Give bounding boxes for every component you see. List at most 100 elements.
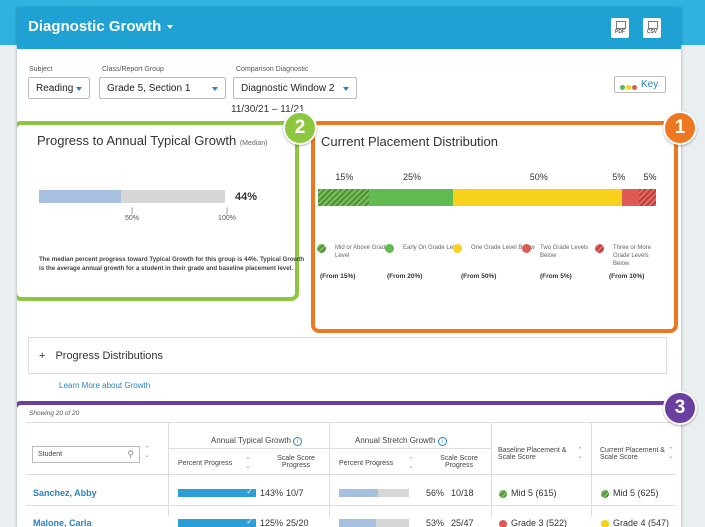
divider <box>491 422 492 517</box>
tick-50: | 50% <box>124 208 139 222</box>
str-pct-value: 56% <box>426 488 445 498</box>
one-below-icon <box>601 520 609 527</box>
group-value: Grade 5, Section 1 <box>107 83 191 94</box>
distribution-segment <box>622 189 640 206</box>
check-icon: ✓ <box>246 517 253 526</box>
distribution-segment <box>368 189 454 206</box>
two-below-icon <box>522 244 531 253</box>
key-dots-icon <box>620 82 638 93</box>
app-header: Diagnostic Growth PDF CSV <box>17 7 681 49</box>
sort-typ-pct-icon[interactable]: ⌃ ⌄ <box>245 457 251 470</box>
from-one-below: (From 50%) <box>461 273 497 280</box>
progress-highlight-box <box>17 121 299 301</box>
chevron-down-icon <box>76 87 82 91</box>
distribution-segment-label: 5% <box>643 172 657 182</box>
early-on-icon <box>385 244 394 253</box>
typ-ss-value: 25/20 <box>286 518 309 527</box>
tick-100: | 100% <box>218 208 236 222</box>
comparison-select[interactable]: Diagnostic Window 2 <box>233 77 357 99</box>
distribution-segment <box>318 189 369 206</box>
from-early-on: (From 20%) <box>387 273 423 280</box>
subject-select[interactable]: Reading <box>28 77 90 99</box>
comparison-label: Comparison Diagnostic <box>236 66 309 73</box>
mid-above-icon <box>601 490 609 498</box>
badge-3: 3 <box>663 391 697 425</box>
subject-label: Subject <box>29 66 53 73</box>
divider <box>591 422 592 517</box>
group-label: Class/Report Group <box>102 66 164 73</box>
page-title-dropdown[interactable]: Diagnostic Growth <box>28 18 174 35</box>
typ-pct-value: 143% <box>260 488 284 498</box>
current-value: Mid 5 (625) <box>613 488 659 498</box>
mid-above-icon <box>317 244 326 253</box>
baseline-value: Grade 3 (522) <box>511 518 568 527</box>
divider <box>168 448 491 449</box>
csv-icon-label: CSV <box>646 29 658 35</box>
sort-baseline-icon[interactable]: ⌃ ⌄ <box>577 447 583 460</box>
distribution-segment-label: 50% <box>529 172 548 182</box>
progress-title: Progress to Annual Typical Growth (Media… <box>37 133 268 148</box>
typ-pct-value: 125% <box>260 518 284 527</box>
key-button[interactable]: Key <box>614 76 666 93</box>
chevron-down-icon <box>212 87 218 91</box>
divider <box>329 422 330 517</box>
progress-percent: 44% <box>235 191 258 203</box>
col-str-percent: Percent Progress <box>339 460 394 467</box>
str-ss-value: 10/18 <box>451 488 474 498</box>
distribution-segment-label: 25% <box>402 172 421 182</box>
student-name-link[interactable]: Sanchez, Abby <box>33 488 97 498</box>
student-name-link[interactable]: Malone, Carla <box>33 518 92 527</box>
divider <box>26 505 676 506</box>
legend-three-below: Three or More Grade Levels Below <box>595 244 665 268</box>
divider <box>26 422 676 423</box>
showing-count: Showing 20 of 20 <box>29 410 80 417</box>
from-two-below: (From 5%) <box>540 273 572 280</box>
placement-distribution-bar <box>318 189 656 206</box>
diagnostic-growth-panel: Diagnostic Growth PDF CSV Subject Readin… <box>17 7 681 527</box>
str-pct-value: 53% <box>426 518 445 527</box>
badge-1: 1 <box>663 111 697 145</box>
placement-highlight-box <box>311 121 678 333</box>
csv-export-button[interactable]: CSV <box>643 18 661 38</box>
learn-more-link[interactable]: Learn More about Growth <box>59 381 150 390</box>
student-search-input[interactable]: Student ⚲ <box>32 446 140 463</box>
divider <box>168 422 169 517</box>
info-icon: i <box>437 437 447 446</box>
sort-str-pct-icon[interactable]: ⌃ ⌄ <box>408 457 414 470</box>
col-typ-scale: Scale Score Progress <box>277 455 315 469</box>
str-ss-value: 25/47 <box>451 518 474 527</box>
str-progress-bar <box>339 519 409 527</box>
group-select[interactable]: Grade 5, Section 1 <box>99 77 226 99</box>
progress-note: The median percent progress toward Typic… <box>39 256 305 272</box>
sort-student-icon[interactable]: ⌃ ⌄ <box>144 446 150 459</box>
distribution-segment-label: 15% <box>335 172 354 182</box>
col-current: Current Placement & Scale Score <box>600 447 665 461</box>
progress-bar <box>39 190 225 203</box>
str-progress-bar <box>339 489 409 497</box>
sort-current-icon[interactable]: ⌃ ⌄ <box>668 447 674 460</box>
pdf-export-button[interactable]: PDF <box>611 18 629 38</box>
subject-value: Reading <box>36 83 74 94</box>
distribution-segment-label: 5% <box>612 172 626 182</box>
progress-distributions-expander[interactable]: + Progress Distributions <box>28 337 667 374</box>
comparison-value: Diagnostic Window 2 <box>241 83 335 94</box>
search-icon: ⚲ <box>127 449 134 459</box>
typ-progress-bar: ✓ <box>178 517 256 527</box>
from-three-below: (From 10%) <box>609 273 645 280</box>
page-title: Diagnostic Growth <box>28 18 162 35</box>
info-icon: i <box>293 437 303 446</box>
students-table: Student ⚲ ⌃ ⌄ Annual Typical Growth i Annu… <box>26 422 676 527</box>
from-mid-above: (From 15%) <box>320 273 356 280</box>
badge-2: 2 <box>283 111 317 145</box>
current-value: Grade 4 (547) <box>613 518 670 527</box>
two-below-icon <box>499 520 507 527</box>
stretch-growth-header: Annual Stretch Growth i <box>355 436 447 446</box>
one-below-icon <box>453 244 462 253</box>
placement-title: Current Placement Distribution <box>321 134 499 149</box>
chevron-down-icon <box>167 25 174 30</box>
col-str-scale: Scale Score Progress <box>440 455 478 469</box>
chevron-down-icon <box>343 87 349 91</box>
check-icon: ✓ <box>246 487 253 496</box>
distribution-segment <box>639 189 656 206</box>
col-baseline: Baseline Placement & Scale Score <box>498 447 567 461</box>
